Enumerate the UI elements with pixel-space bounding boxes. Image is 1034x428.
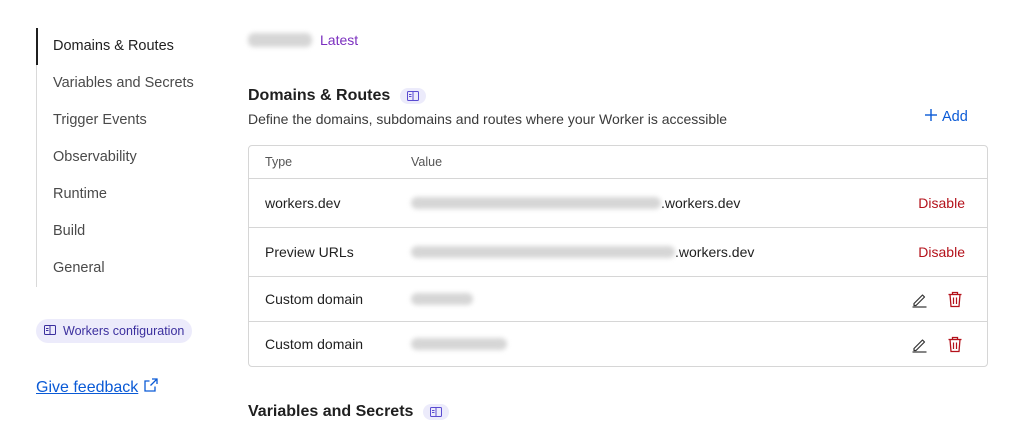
row-value [411, 338, 881, 350]
row-type: Custom domain [265, 291, 364, 307]
sidebar-item-runtime[interactable]: Runtime [37, 176, 206, 213]
sidebar-item-general[interactable]: General [37, 250, 206, 287]
give-feedback-label: Give feedback [36, 378, 139, 396]
workers-configuration-label: Workers configuration [63, 324, 185, 338]
settings-nav: Domains & Routes Variables and Secrets T… [36, 28, 206, 287]
disable-button[interactable]: Disable [918, 244, 965, 260]
sidebar-item-build[interactable]: Build [37, 213, 206, 250]
table-row: workers.dev .workers.dev Disable [249, 179, 987, 228]
sidebar-item-variables-secrets[interactable]: Variables and Secrets [37, 65, 206, 102]
settings-sidebar: Domains & Routes Variables and Secrets T… [36, 28, 206, 396]
redacted-domain [411, 293, 473, 305]
table-row: Preview URLs .workers.dev Disable [249, 228, 987, 277]
row-value: .workers.dev [411, 195, 881, 211]
column-header-type: Type [265, 155, 293, 169]
trash-icon[interactable] [945, 289, 965, 309]
plus-icon [924, 108, 938, 126]
book-icon [44, 324, 56, 338]
disable-button[interactable]: Disable [918, 195, 965, 211]
variables-secrets-heading: Variables and Secrets [248, 403, 450, 421]
row-type: workers.dev [265, 195, 341, 211]
row-type: Preview URLs [265, 244, 354, 260]
trash-icon[interactable] [945, 334, 965, 354]
row-type: Custom domain [265, 336, 364, 352]
book-icon[interactable] [423, 404, 450, 420]
redacted-domain [411, 338, 507, 350]
column-header-value: Value [411, 155, 443, 169]
redacted-subdomain [411, 197, 661, 209]
table-row: Custom domain [249, 277, 987, 322]
table-header: Type Value [249, 146, 987, 179]
sidebar-item-trigger-events[interactable]: Trigger Events [37, 102, 206, 139]
domains-routes-description: Define the domains, subdomains and route… [248, 111, 728, 127]
sidebar-item-domains-routes[interactable]: Domains & Routes [36, 28, 206, 65]
version-row: Latest [248, 32, 358, 48]
redacted-subdomain [411, 246, 675, 258]
workers-configuration-link[interactable]: Workers configuration [36, 319, 193, 343]
table-row: Custom domain [249, 322, 987, 366]
add-domain-button[interactable]: Add [924, 108, 968, 126]
value-suffix: .workers.dev [675, 244, 755, 260]
row-value [411, 293, 881, 305]
redacted-version [248, 33, 312, 47]
row-value: .workers.dev [411, 244, 881, 260]
add-label: Add [942, 109, 968, 125]
domains-table: Type Value workers.dev .workers.dev Disa… [248, 145, 988, 367]
domains-routes-title: Domains & Routes [248, 87, 391, 104]
pencil-icon[interactable] [909, 334, 929, 354]
pencil-icon[interactable] [909, 289, 929, 309]
give-feedback-link[interactable]: Give feedback [36, 378, 158, 397]
latest-badge: Latest [320, 32, 359, 48]
value-suffix: .workers.dev [661, 195, 741, 211]
book-icon[interactable] [400, 88, 427, 104]
external-link-icon [144, 378, 158, 397]
domains-routes-heading: Domains & Routes [248, 87, 427, 105]
sidebar-item-observability[interactable]: Observability [37, 139, 206, 176]
variables-secrets-title: Variables and Secrets [248, 403, 414, 420]
